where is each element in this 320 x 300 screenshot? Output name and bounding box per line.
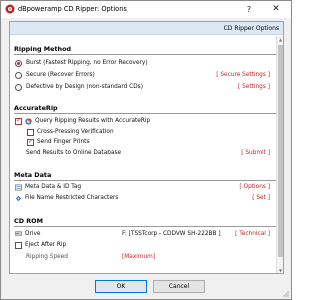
options-scroll-area[interactable]: Ripping Method Burst (Fastest Ripping, n… — [10, 36, 276, 273]
eject-after-rip-label[interactable]: Eject After Rip — [25, 242, 66, 248]
ripping-speed-value[interactable]: [Maximum] — [122, 254, 155, 260]
radio-secure[interactable] — [15, 72, 22, 79]
send-results-label: Send Results to Online Database — [26, 150, 122, 156]
options-header-label: CD Ripper Options — [223, 25, 279, 32]
scroll-thumb[interactable] — [278, 45, 283, 257]
divider — [14, 54, 276, 55]
window-title: dBpoweramp CD Ripper: Options — [18, 5, 127, 13]
cross-pressing-label[interactable]: Cross-Pressing Verification — [37, 129, 114, 135]
title-bar: dBpoweramp CD Ripper: Options ? ✕ — [1, 1, 291, 18]
id-tag-label: Meta Data & ID Tag — [25, 184, 82, 190]
drive-label: Drive — [25, 231, 41, 237]
id-tag-icon — [15, 184, 22, 191]
radio-secure-label[interactable]: Secure (Recover Errors) — [26, 72, 95, 78]
options-header: CD Ripper Options — [10, 22, 283, 35]
technical-link[interactable]: [ Technical ] — [235, 231, 270, 237]
drive-icon — [15, 231, 22, 236]
radio-burst-label[interactable]: Burst (Fastest Ripping, no Error Recover… — [26, 60, 148, 66]
help-button[interactable]: ? — [239, 2, 259, 17]
cross-pressing-checkbox[interactable] — [27, 129, 34, 136]
resize-grip-icon[interactable] — [281, 289, 289, 297]
divider — [14, 226, 276, 227]
options-panel: CD Ripper Options Ripping Method Burst (… — [9, 21, 284, 274]
accuraterip-query-label[interactable]: Query Ripping Results with AccurateRip — [35, 118, 150, 124]
ok-button[interactable]: OK — [95, 280, 147, 293]
section-cd-rom: CD ROM — [14, 217, 43, 225]
vertical-scrollbar[interactable]: ▲ ▼ — [276, 36, 283, 273]
section-ripping-method: Ripping Method — [14, 45, 72, 53]
id-tag-options-link[interactable]: [ Options ] — [239, 184, 270, 190]
scroll-up-icon[interactable]: ▲ — [277, 36, 283, 43]
radio-burst[interactable] — [15, 60, 22, 67]
app-icon — [5, 4, 15, 14]
divider — [14, 113, 276, 114]
section-meta-data: Meta Data — [14, 171, 52, 179]
finger-prints-checkbox[interactable] — [27, 138, 34, 146]
defective-settings-link[interactable]: [ Settings ] — [238, 84, 270, 90]
accuraterip-query-checkbox[interactable] — [15, 117, 22, 125]
finger-prints-label[interactable]: Send Finger Prints — [37, 139, 89, 145]
filename-icon — [15, 195, 22, 202]
filename-label: File Name Restricted Characters — [25, 195, 119, 201]
divider — [14, 180, 276, 181]
secure-settings-link[interactable]: [ Secure Settings ] — [216, 72, 270, 78]
radio-defective[interactable] — [15, 84, 22, 91]
drive-value[interactable]: F: [TSSTcorp - CDDVW SH-222BB ] — [122, 231, 221, 237]
accuraterip-icon — [25, 118, 32, 125]
eject-after-rip-checkbox[interactable] — [15, 242, 22, 249]
section-accuraterip: AccurateRip — [14, 104, 58, 112]
submit-link[interactable]: [ Submit ] — [241, 150, 270, 156]
filename-set-link[interactable]: [ Set ] — [252, 195, 270, 201]
radio-defective-label[interactable]: Defective by Design (non-standard CDs) — [26, 84, 143, 90]
ripping-speed-label: Ripping Speed — [26, 254, 68, 260]
options-window: dBpoweramp CD Ripper: Options ? ✕ CD Rip… — [0, 0, 292, 300]
cancel-button[interactable]: Cancel — [153, 280, 205, 293]
close-button[interactable]: ✕ — [264, 2, 288, 17]
scroll-down-icon[interactable]: ▼ — [277, 267, 283, 273]
